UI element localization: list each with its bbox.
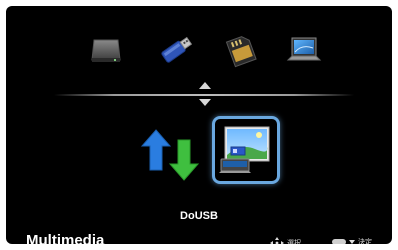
select-hint-label: 選択: [287, 240, 301, 244]
multimedia-screen: DoUSB Multimedia 選択 決定: [6, 6, 392, 244]
confirm-hint: 決定: [332, 237, 372, 244]
hard-drive-icon[interactable]: [86, 30, 126, 70]
select-hint: 選択: [270, 237, 301, 244]
usb-display-icon[interactable]: [212, 116, 280, 184]
enter-key-icon: [332, 239, 346, 244]
confirm-hint-label: 決定: [358, 239, 372, 244]
usb-flash-drive-icon[interactable]: [156, 30, 196, 70]
triangle-down-icon: [349, 240, 355, 244]
selected-app-label: DoUSB: [180, 210, 218, 222]
network-transfer-icon[interactable]: [140, 124, 202, 186]
page-title: Multimedia: [26, 232, 105, 244]
laptop-icon[interactable]: [284, 30, 324, 70]
dpad-icon: [270, 237, 284, 244]
up-down-arrows-icon[interactable]: [198, 80, 212, 108]
sd-card-icon[interactable]: [220, 30, 260, 70]
